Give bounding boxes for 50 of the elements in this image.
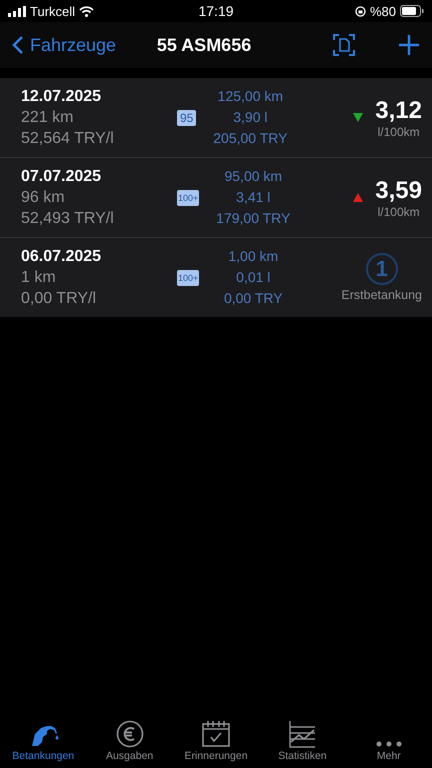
line-chart-icon [288, 720, 316, 748]
fuel-volume: 0,01 l [236, 268, 270, 287]
fuel-volume: 3,90 l [233, 108, 268, 127]
chevron-left-icon [12, 35, 24, 55]
euro-icon [116, 720, 144, 748]
trip-distance: 1,00 km [228, 247, 278, 266]
trip-distance: 125,00 km [218, 87, 284, 106]
clock: 17:19 [198, 3, 234, 19]
refuel-entry[interactable]: 12.07.2025 221 km 52,564 TRY/l 95 125,00 km 3,90 l 205,00 TRY 3,12 l/100km [0, 78, 432, 158]
first-refuel-label: Erstbetankung [341, 288, 422, 302]
entry-date: 12.07.2025 [21, 87, 102, 107]
price-per-liter: 52,564 TRY/l [21, 129, 115, 149]
first-refuel-number: 1 [366, 253, 398, 285]
fuel-volume: 3,41 l [236, 188, 270, 207]
price-per-liter: 0,00 TRY/l [21, 289, 98, 309]
consumption-value: 3,12 [375, 96, 422, 124]
odometer-distance: 221 km [21, 108, 74, 128]
entry-date: 07.07.2025 [21, 167, 102, 187]
battery-percent: %80 [370, 4, 396, 18]
fuel-cost: 179,00 TRY [216, 209, 290, 228]
signal-icon [8, 6, 26, 16]
entry-date: 06.07.2025 [21, 247, 102, 267]
tab[interactable]: Betankungen [0, 710, 86, 762]
tab[interactable]: Mehr [346, 710, 432, 762]
back-button[interactable]: Fahrzeuge [12, 34, 116, 56]
refuel-entry[interactable]: 07.07.2025 96 km 52,493 TRY/l 100+ 95,00 km 3,41 l 179,00 TRY 3,59 l/100km [0, 158, 432, 238]
consumption-unit: l/100km [378, 124, 420, 138]
price-per-liter: 52,493 TRY/l [21, 209, 115, 229]
carrier: Turkcell [30, 4, 76, 18]
add-icon[interactable] [398, 34, 420, 56]
wifi-icon [79, 6, 94, 16]
fuel-type-badge: 95 [177, 110, 196, 126]
tab[interactable]: Erinnerungen [172, 710, 260, 762]
fuel-type-badge: 100+ [177, 270, 200, 286]
trip-distance: 95,00 km [224, 167, 282, 186]
fuel-cost: 0,00 TRY [224, 289, 283, 308]
consumption-value: 3,59 [375, 176, 422, 204]
consumption-unit: l/100km [378, 204, 420, 218]
odometer-distance: 1 km [21, 268, 57, 288]
tab[interactable]: Ausgaben [86, 710, 173, 762]
fuel-type-badge: 100+ [177, 190, 200, 206]
calendar-check-icon [201, 720, 232, 748]
battery-icon [400, 5, 424, 17]
tab[interactable]: Statistiken [259, 710, 346, 762]
odometer-distance: 96 km [21, 188, 66, 208]
rotation-lock-icon [354, 6, 366, 16]
refuel-entry[interactable]: 06.07.2025 1 km 0,00 TRY/l 100+ 1,00 km 0,01 l 0,00 TRY 1 Erstbetankung [0, 238, 432, 317]
fuel-cost: 205,00 TRY [213, 129, 288, 148]
document-scan-icon[interactable] [332, 33, 356, 57]
more-icon [374, 740, 403, 748]
